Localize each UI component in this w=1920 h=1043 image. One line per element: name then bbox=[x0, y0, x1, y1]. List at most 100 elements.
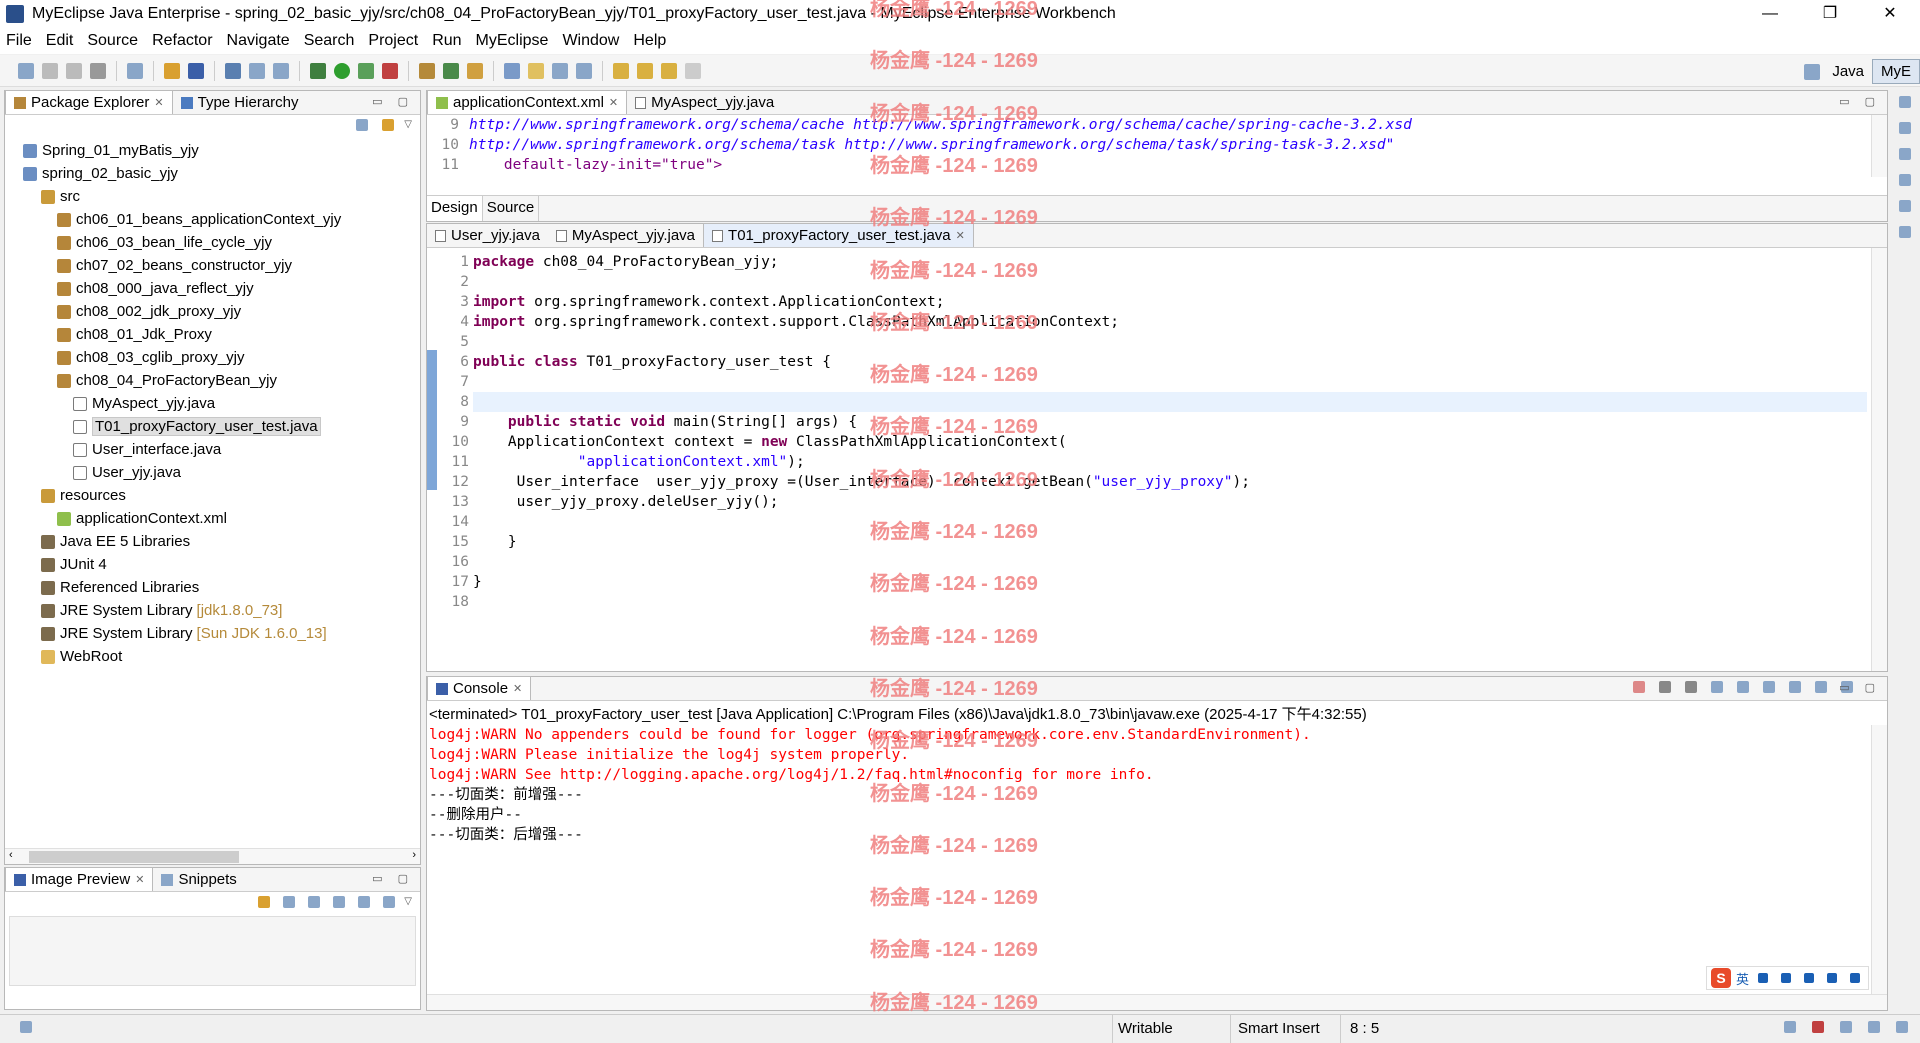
zoom-in-icon[interactable] bbox=[333, 896, 346, 908]
scroll-right-icon[interactable]: › bbox=[412, 849, 416, 861]
tree-item[interactable]: Java EE 5 Libraries bbox=[5, 530, 420, 553]
sync-icon[interactable] bbox=[258, 896, 271, 908]
minimize-maximize-icon[interactable]: ▭ ▢ bbox=[372, 95, 414, 108]
tab-applicationcontext-xml[interactable]: applicationContext.xml ✕ bbox=[427, 90, 628, 114]
tab-snippets[interactable]: Snippets bbox=[153, 868, 244, 891]
web-icon[interactable] bbox=[273, 62, 289, 79]
restore-button[interactable]: ❐ bbox=[1800, 0, 1860, 28]
properties-icon[interactable] bbox=[1899, 174, 1911, 186]
vertical-scrollbar[interactable] bbox=[1871, 115, 1887, 177]
java-code-area[interactable]: 1 2 3 4 5 6 7 8 9 10 11 12 13 14 15 16 17 18 package ch08… bbox=[437, 248, 1867, 671]
view-menu-icon[interactable]: ▽ bbox=[404, 896, 412, 908]
pin-console-icon[interactable] bbox=[1789, 681, 1801, 693]
status-icon[interactable] bbox=[1868, 1021, 1880, 1033]
save-all-icon[interactable] bbox=[66, 62, 82, 79]
menu-file[interactable]: File bbox=[6, 32, 32, 50]
scroll-left-icon[interactable]: ‹ bbox=[9, 849, 13, 861]
tree-item[interactable]: spring_02_basic_yjy bbox=[5, 162, 420, 185]
minimize-maximize-icon[interactable]: ▭ ▢ bbox=[372, 872, 414, 885]
display-console-icon[interactable] bbox=[1815, 681, 1827, 693]
new-package-icon[interactable] bbox=[419, 62, 435, 79]
new-icon[interactable] bbox=[18, 62, 34, 79]
tree-item[interactable]: ch08_03_cglib_proxy_yjy bbox=[5, 346, 420, 369]
tab-image-preview[interactable]: Image Preview ✕ bbox=[5, 867, 154, 891]
remove-all-icon[interactable] bbox=[1685, 681, 1697, 693]
close-icon[interactable]: ✕ bbox=[135, 873, 144, 886]
clear-console-icon[interactable] bbox=[1711, 681, 1723, 693]
skin-icon[interactable] bbox=[1827, 973, 1837, 983]
close-icon[interactable]: ✕ bbox=[956, 229, 965, 242]
minimize-maximize-icon[interactable]: ▭ ▢ bbox=[1839, 681, 1881, 694]
tree-item[interactable]: Spring_01_myBatis_yjy bbox=[5, 139, 420, 162]
remove-launch-icon[interactable] bbox=[1659, 681, 1671, 693]
tree-item[interactable]: ch08_01_Jdk_Proxy bbox=[5, 323, 420, 346]
scrollbar-thumb[interactable] bbox=[29, 851, 239, 863]
restore-view-icon[interactable] bbox=[1899, 148, 1911, 160]
close-icon[interactable]: ✕ bbox=[609, 96, 618, 109]
ime-language[interactable]: 英 bbox=[1736, 969, 1749, 988]
tree-item[interactable]: ch08_002_jdk_proxy_yjy bbox=[5, 300, 420, 323]
tree-item[interactable]: src bbox=[5, 185, 420, 208]
deploy-icon[interactable] bbox=[249, 62, 265, 79]
toolbox-icon[interactable] bbox=[1850, 973, 1860, 983]
tab-console[interactable]: Console ✕ bbox=[427, 676, 532, 700]
toggle-highlight-icon[interactable] bbox=[528, 62, 544, 79]
tree-item[interactable]: resources bbox=[5, 484, 420, 507]
restore-view-icon[interactable] bbox=[1899, 96, 1911, 108]
close-button[interactable]: ✕ bbox=[1860, 0, 1920, 28]
tab-source[interactable]: Source bbox=[483, 196, 540, 221]
servers-icon[interactable] bbox=[1899, 226, 1911, 238]
coverage-icon[interactable] bbox=[358, 62, 374, 79]
link-with-editor-icon[interactable] bbox=[382, 119, 395, 131]
tab-package-explorer[interactable]: Package Explorer ✕ bbox=[5, 90, 173, 114]
server-icon[interactable] bbox=[225, 62, 241, 79]
toggle-mark-icon[interactable] bbox=[504, 62, 520, 79]
perspective-myeclipse[interactable]: MyE bbox=[1872, 59, 1920, 84]
menu-window[interactable]: Window bbox=[562, 32, 619, 50]
new-project-icon[interactable] bbox=[127, 62, 143, 79]
sogou-ime-icon[interactable]: S bbox=[1710, 968, 1731, 988]
tree-item[interactable]: JRE System Library [jdk1.8.0_73] bbox=[5, 599, 420, 622]
view-menu-icon[interactable]: ▽ bbox=[404, 119, 412, 131]
status-icon[interactable] bbox=[1812, 1021, 1824, 1033]
zoom-out-icon[interactable] bbox=[308, 896, 321, 908]
collapse-all-icon[interactable] bbox=[356, 119, 369, 131]
outline-icon[interactable] bbox=[1899, 122, 1911, 134]
external-tools-icon[interactable] bbox=[382, 62, 398, 79]
tree-item[interactable]: JRE System Library [Sun JDK 1.6.0_13] bbox=[5, 622, 420, 645]
menu-refactor[interactable]: Refactor bbox=[152, 32, 212, 50]
punctuation-icon[interactable] bbox=[1758, 973, 1768, 983]
open-resource-icon[interactable] bbox=[188, 62, 204, 79]
menu-search[interactable]: Search bbox=[304, 32, 355, 50]
fit-window-icon[interactable] bbox=[383, 896, 396, 908]
close-icon[interactable]: ✕ bbox=[513, 682, 522, 695]
tree-item[interactable]: ch08_04_ProFactoryBean_yjy bbox=[5, 369, 420, 392]
show-on-output-icon[interactable] bbox=[1763, 681, 1775, 693]
tree-item[interactable]: ch08_000_java_reflect_yjy bbox=[5, 277, 420, 300]
horizontal-scrollbar[interactable]: ‹ › bbox=[5, 848, 420, 864]
tree-item[interactable]: User_yjy.java bbox=[5, 461, 420, 484]
run-icon[interactable] bbox=[334, 62, 350, 79]
new-class-icon[interactable] bbox=[443, 62, 459, 79]
tree-item[interactable]: MyAspect_yjy.java bbox=[5, 392, 420, 415]
show-whitespace-icon[interactable] bbox=[576, 62, 592, 79]
fit-icon[interactable] bbox=[283, 896, 296, 908]
minimize-button[interactable]: — bbox=[1740, 0, 1800, 28]
menu-help[interactable]: Help bbox=[633, 32, 666, 50]
menu-source[interactable]: Source bbox=[87, 32, 138, 50]
microphone-icon[interactable] bbox=[1781, 973, 1791, 983]
open-perspective-icon[interactable] bbox=[1804, 63, 1821, 80]
perspective-java[interactable]: Java bbox=[1824, 60, 1872, 83]
menu-run[interactable]: Run bbox=[432, 32, 461, 50]
tree-item[interactable]: ch06_01_beans_applicationContext_yjy bbox=[5, 208, 420, 231]
tree-item[interactable]: User_interface.java bbox=[5, 438, 420, 461]
vertical-scrollbar[interactable] bbox=[1871, 248, 1887, 671]
block-select-icon[interactable] bbox=[552, 62, 568, 79]
menu-navigate[interactable]: Navigate bbox=[227, 32, 290, 50]
close-icon[interactable]: ✕ bbox=[154, 96, 163, 109]
status-icon[interactable] bbox=[1784, 1021, 1796, 1033]
print-icon[interactable] bbox=[90, 62, 106, 79]
tree-item[interactable]: Referenced Libraries bbox=[5, 576, 420, 599]
minimize-maximize-icon[interactable]: ▭ ▢ bbox=[1839, 95, 1881, 108]
actual-size-icon[interactable] bbox=[358, 896, 371, 908]
